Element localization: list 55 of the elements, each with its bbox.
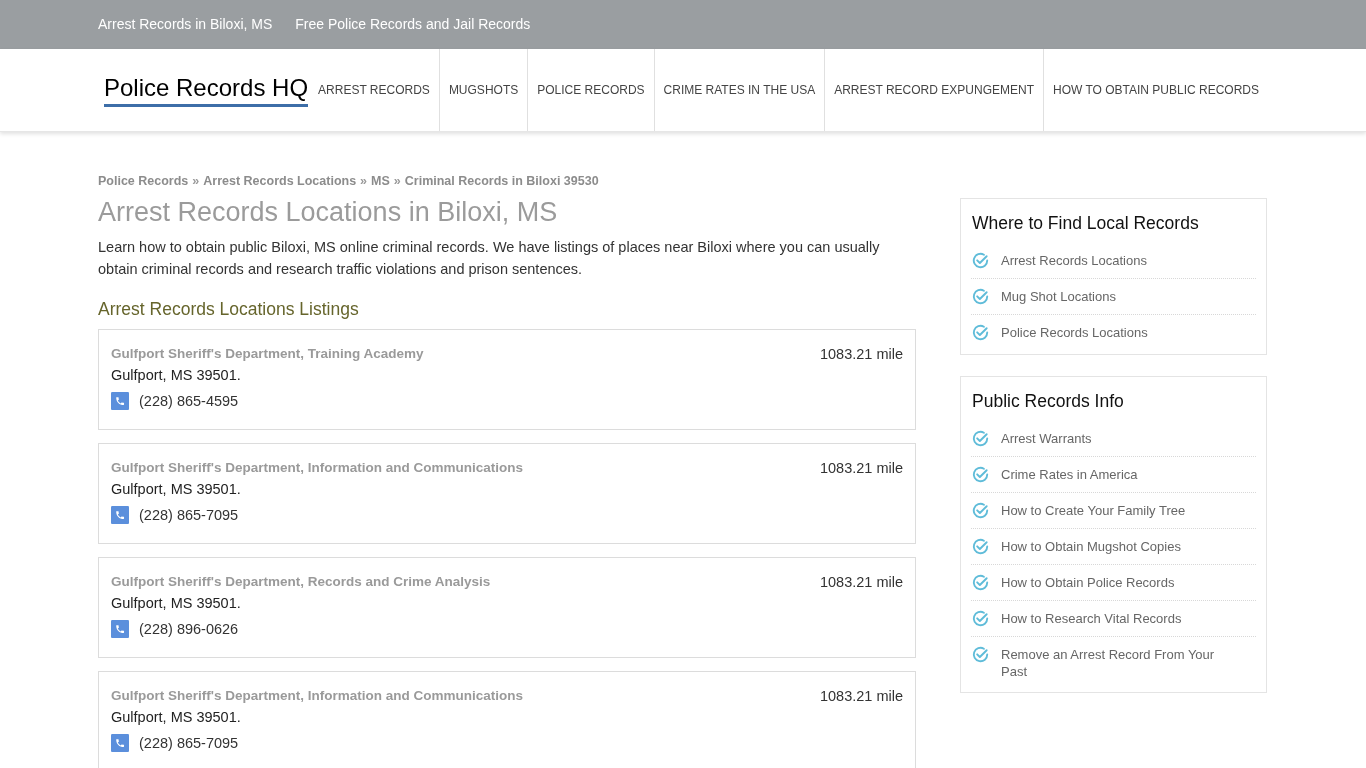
phone-number: (228) 896-0626	[139, 620, 239, 639]
check-circle-icon	[971, 465, 990, 484]
site-logo[interactable]: Police Records HQ	[104, 73, 309, 107]
breadcrumb-link[interactable]: Criminal Records in Biloxi 39530	[404, 172, 599, 190]
breadcrumb-separator: »	[393, 173, 401, 190]
widget-title: Public Records Info	[971, 390, 1125, 413]
nav-link[interactable]: ARREST RECORD EXPUNGEMENT	[824, 49, 1043, 131]
widget-title: Where to Find Local Records	[971, 212, 1200, 235]
breadcrumb-link[interactable]: MS	[371, 172, 390, 190]
nav-link[interactable]: POLICE RECORDS	[527, 49, 654, 131]
check-circle-icon	[971, 501, 990, 520]
phone-icon	[111, 734, 129, 752]
check-circle-icon	[971, 573, 990, 592]
intro-text: Learn how to obtain public Biloxi, MS online criminal records. We have listings of places near Biloxi where you can usually obtain criminal records and research traffic violations and prison sentences.	[98, 238, 881, 279]
section-heading: Arrest Records Locations Listings	[98, 298, 360, 321]
sidebar-link[interactable]: Remove an Arrest Record From Your Past	[1001, 645, 1227, 680]
nav-link[interactable]: HOW TO OBTAIN PUBLIC RECORDS	[1042, 49, 1268, 131]
listing-address: Gulfport, MS 39501.	[111, 366, 242, 385]
sidebar-link[interactable]: Crime Rates in America	[1001, 465, 1138, 483]
sidebar-link[interactable]: Mug Shot Locations	[1001, 287, 1116, 305]
breadcrumb-link[interactable]: Arrest Records Locations	[203, 172, 357, 190]
distance-text: 1083.21 mile	[819, 345, 903, 364]
nav-link[interactable]: CRIME RATES IN THE USA	[653, 49, 825, 131]
sidebar-link[interactable]: How to Research Vital Records	[1001, 609, 1182, 627]
page-title: Arrest Records Locations in Biloxi, MS	[98, 196, 559, 229]
distance-text: 1083.21 mile	[819, 573, 903, 592]
phone-number: (228) 865-7095	[139, 506, 239, 525]
sidebar-link[interactable]: Police Records Locations	[1001, 323, 1148, 341]
sidebar-link[interactable]: How to Obtain Mugshot Copies	[1001, 537, 1181, 555]
sidebar-link[interactable]: How to Create Your Family Tree	[1001, 501, 1186, 519]
check-circle-icon	[971, 287, 990, 306]
phone-icon	[111, 392, 129, 410]
phone-icon	[111, 506, 129, 524]
phone-number: (228) 865-4595	[139, 392, 239, 411]
breadcrumb-link[interactable]: Police Records	[98, 172, 189, 190]
nav-link[interactable]: ARREST RECORDS	[309, 49, 439, 131]
listing-address: Gulfport, MS 39501.	[111, 594, 242, 613]
listing-address: Gulfport, MS 39501.	[111, 480, 242, 499]
check-circle-icon	[971, 323, 990, 342]
check-circle-icon	[971, 251, 990, 270]
sidebar-link[interactable]: How to Obtain Police Records	[1001, 573, 1175, 591]
check-circle-icon	[971, 609, 990, 628]
distance-text: 1083.21 mile	[819, 459, 903, 478]
sidebar-link[interactable]: Arrest Warrants	[1001, 429, 1092, 447]
sidebar-link[interactable]: Arrest Records Locations	[1001, 251, 1147, 269]
check-circle-icon	[971, 429, 990, 448]
breadcrumb-separator: »	[192, 173, 200, 190]
phone-number: (228) 865-7095	[139, 734, 239, 753]
phone-icon	[111, 620, 129, 638]
distance-text: 1083.21 mile	[819, 687, 903, 706]
check-circle-icon	[971, 537, 990, 556]
listing-address: Gulfport, MS 39501.	[111, 708, 242, 727]
check-circle-icon	[971, 645, 990, 664]
nav-link[interactable]: MUGSHOTS	[438, 49, 528, 131]
breadcrumb-separator: »	[360, 173, 368, 190]
